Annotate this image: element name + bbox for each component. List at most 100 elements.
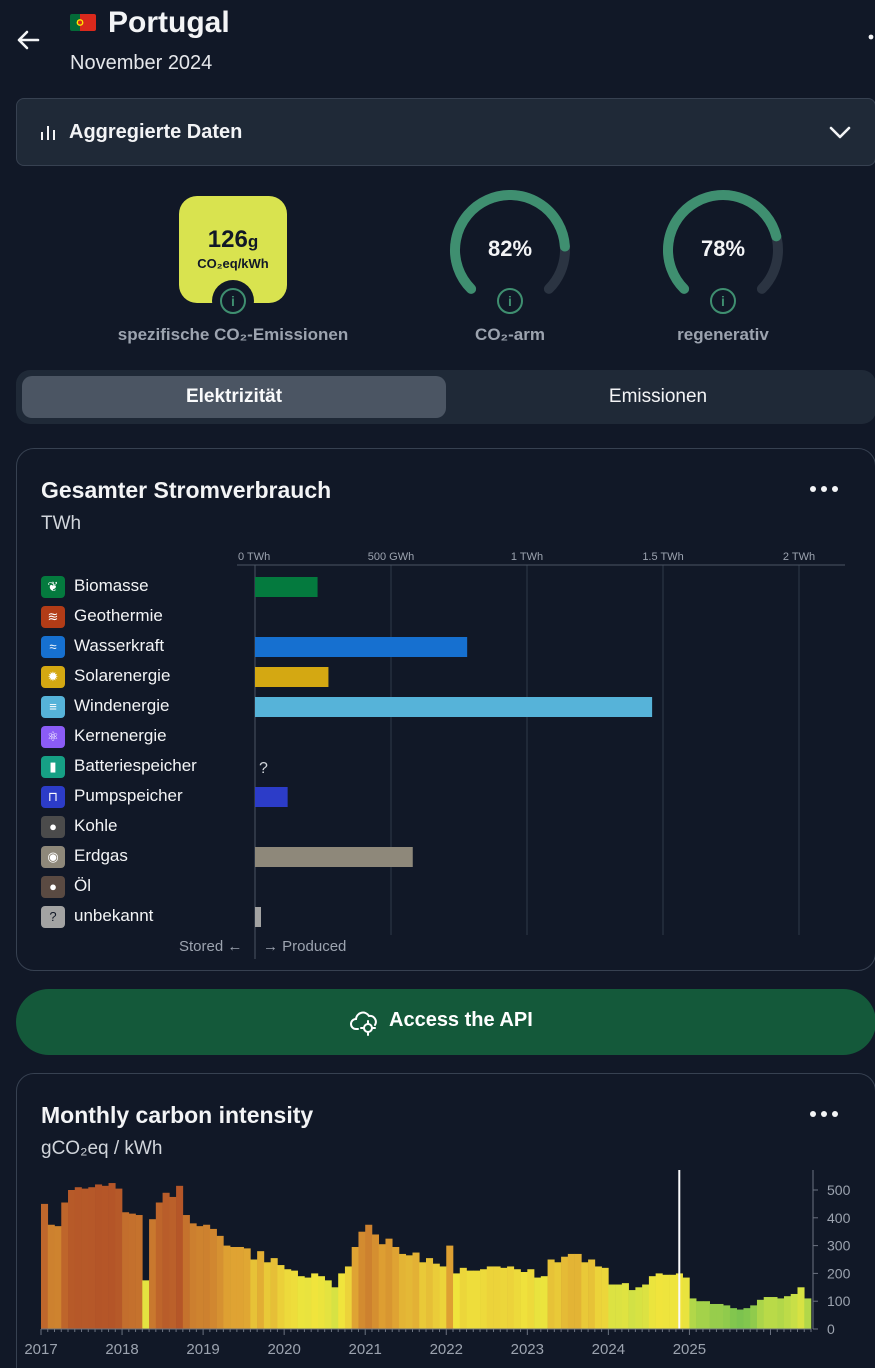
- month-bar[interactable]: [358, 1231, 366, 1329]
- month-bar[interactable]: [426, 1258, 434, 1329]
- month-bar[interactable]: [648, 1276, 656, 1329]
- month-bar[interactable]: [790, 1293, 798, 1329]
- month-bar[interactable]: [385, 1238, 393, 1329]
- month-bar[interactable]: [47, 1224, 55, 1329]
- month-bar[interactable]: [324, 1280, 332, 1329]
- info-icon[interactable]: i: [710, 288, 736, 314]
- month-bar[interactable]: [149, 1219, 157, 1329]
- month-bar[interactable]: [723, 1305, 731, 1329]
- month-bar[interactable]: [466, 1270, 474, 1329]
- month-bar[interactable]: [736, 1309, 744, 1329]
- month-bar[interactable]: [122, 1212, 130, 1329]
- month-bar[interactable]: [493, 1266, 501, 1329]
- month-bar[interactable]: [459, 1267, 467, 1329]
- month-bar[interactable]: [61, 1202, 69, 1329]
- month-bar[interactable]: [412, 1252, 420, 1329]
- month-bar[interactable]: [432, 1263, 440, 1329]
- month-bar[interactable]: [135, 1215, 143, 1329]
- month-bar[interactable]: [101, 1185, 109, 1329]
- month-bar[interactable]: [729, 1308, 738, 1329]
- month-bar[interactable]: [588, 1259, 596, 1330]
- month-bar[interactable]: [547, 1259, 555, 1330]
- month-bar[interactable]: [196, 1226, 204, 1329]
- month-bar[interactable]: [88, 1187, 96, 1329]
- month-bar[interactable]: [783, 1296, 792, 1329]
- chevron-down-icon[interactable]: [827, 121, 853, 143]
- month-bar[interactable]: [74, 1187, 82, 1329]
- month-bar[interactable]: [655, 1273, 663, 1329]
- month-bar[interactable]: [115, 1188, 123, 1329]
- month-bar[interactable]: [439, 1266, 447, 1329]
- back-arrow-icon[interactable]: [12, 24, 44, 56]
- month-bar[interactable]: [351, 1246, 359, 1329]
- month-bar[interactable]: [398, 1253, 407, 1329]
- month-bar[interactable]: [236, 1246, 244, 1329]
- info-icon[interactable]: i: [220, 288, 246, 314]
- month-bar[interactable]: [223, 1245, 231, 1329]
- month-bar[interactable]: [709, 1303, 717, 1329]
- month-bar[interactable]: [689, 1298, 697, 1329]
- tab-emissions[interactable]: Emissionen: [446, 376, 870, 418]
- month-bar[interactable]: [257, 1251, 265, 1329]
- month-bar[interactable]: [365, 1224, 373, 1329]
- month-bar[interactable]: [203, 1224, 211, 1329]
- more-options-icon[interactable]: [868, 34, 874, 48]
- month-bar[interactable]: [453, 1273, 461, 1329]
- month-bar[interactable]: [317, 1276, 325, 1329]
- month-bar[interactable]: [743, 1308, 751, 1329]
- month-bar[interactable]: [486, 1266, 494, 1329]
- month-bar[interactable]: [662, 1274, 670, 1329]
- month-bar[interactable]: [392, 1246, 400, 1329]
- month-bar[interactable]: [601, 1267, 609, 1329]
- month-bar[interactable]: [763, 1297, 771, 1329]
- month-bar[interactable]: [669, 1274, 677, 1329]
- bar-pumpspeicher[interactable]: [255, 787, 288, 807]
- tab-electricity[interactable]: Elektrizität: [22, 376, 446, 418]
- month-bar[interactable]: [155, 1202, 163, 1329]
- month-bar[interactable]: [378, 1244, 386, 1329]
- month-bar[interactable]: [405, 1255, 413, 1329]
- month-bar[interactable]: [216, 1235, 224, 1329]
- month-bar[interactable]: [507, 1266, 515, 1329]
- month-bar[interactable]: [108, 1183, 116, 1329]
- month-bar[interactable]: [561, 1256, 569, 1329]
- month-bar[interactable]: [581, 1262, 589, 1329]
- month-bar[interactable]: [554, 1262, 562, 1329]
- month-bar[interactable]: [567, 1253, 575, 1329]
- month-bar[interactable]: [189, 1223, 197, 1329]
- month-bar[interactable]: [527, 1269, 535, 1329]
- period-label[interactable]: November 2024: [70, 52, 212, 75]
- month-bar[interactable]: [344, 1266, 353, 1329]
- month-bar[interactable]: [230, 1246, 238, 1329]
- month-bar[interactable]: [142, 1280, 150, 1329]
- month-bar[interactable]: [446, 1245, 454, 1329]
- month-bar[interactable]: [756, 1299, 765, 1329]
- month-bar[interactable]: [608, 1284, 616, 1329]
- month-bar[interactable]: [176, 1185, 184, 1329]
- month-bar[interactable]: [169, 1196, 177, 1329]
- month-bar[interactable]: [297, 1276, 305, 1329]
- month-bar[interactable]: [270, 1258, 278, 1329]
- month-bar[interactable]: [128, 1213, 136, 1329]
- month-bar[interactable]: [284, 1269, 292, 1329]
- month-bar[interactable]: [311, 1273, 319, 1329]
- month-bar[interactable]: [702, 1301, 710, 1329]
- month-bar[interactable]: [304, 1277, 312, 1329]
- month-bar[interactable]: [54, 1226, 62, 1329]
- month-bar[interactable]: [540, 1276, 548, 1329]
- month-bar[interactable]: [290, 1270, 298, 1329]
- month-bar[interactable]: [480, 1269, 488, 1329]
- month-bar[interactable]: [621, 1283, 629, 1329]
- month-bar[interactable]: [68, 1190, 76, 1329]
- month-bar[interactable]: [182, 1215, 190, 1329]
- bar-erdgas[interactable]: [255, 847, 413, 867]
- month-bar[interactable]: [804, 1298, 812, 1329]
- month-bar[interactable]: [500, 1267, 508, 1329]
- month-bar[interactable]: [263, 1262, 271, 1329]
- month-bar[interactable]: [635, 1287, 643, 1329]
- month-bar[interactable]: [770, 1297, 778, 1329]
- month-bar[interactable]: [41, 1203, 49, 1329]
- bar-wasserkraft[interactable]: [255, 637, 468, 657]
- month-bar[interactable]: [615, 1284, 623, 1329]
- month-bar[interactable]: [338, 1273, 346, 1329]
